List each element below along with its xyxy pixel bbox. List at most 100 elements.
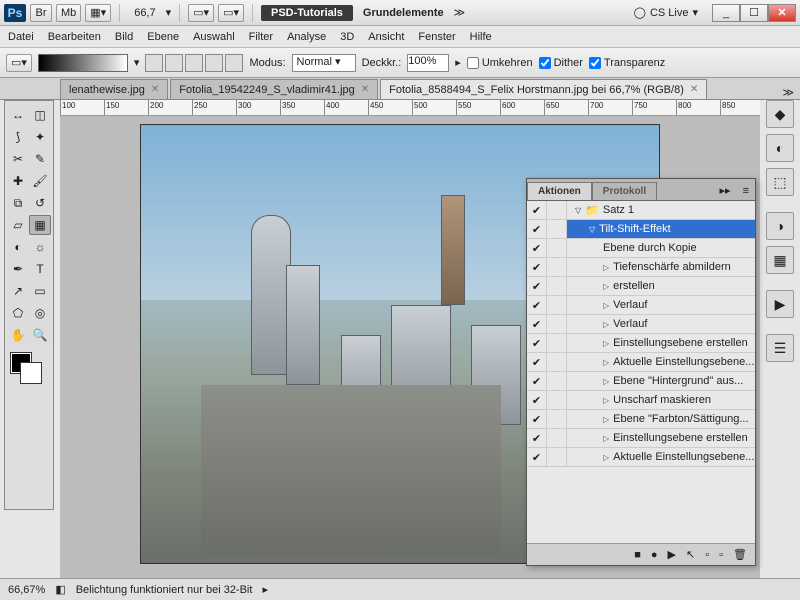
gradient-tool[interactable]: ▦ xyxy=(29,215,51,235)
gradient-linear-button[interactable] xyxy=(145,54,163,72)
close-icon[interactable]: ✕ xyxy=(151,84,159,95)
workspace-psd[interactable]: PSD-Tutorials xyxy=(261,5,353,21)
action-row[interactable]: ✔▷Unscharf maskieren xyxy=(527,391,755,410)
play-button[interactable]: ▶ xyxy=(668,548,676,561)
menu-ansicht[interactable]: Ansicht xyxy=(368,31,404,43)
panel-menu-icon[interactable]: ≡ xyxy=(737,182,755,200)
crop-tool[interactable]: ✂ xyxy=(7,149,29,169)
action-row[interactable]: ✔▷Tiefenschärfe abmildern xyxy=(527,258,755,277)
menu-analyse[interactable]: Analyse xyxy=(287,31,326,43)
status-zoom[interactable]: 66,67% xyxy=(8,584,45,596)
gradient-preview[interactable] xyxy=(38,54,128,72)
close-button[interactable]: ✕ xyxy=(768,4,796,22)
menu-datei[interactable]: Datei xyxy=(8,31,34,43)
menu-bearbeiten[interactable]: Bearbeiten xyxy=(48,31,101,43)
action-row[interactable]: ✔▷Verlauf xyxy=(527,315,755,334)
new-set-button[interactable]: ▫ xyxy=(705,549,709,561)
doc-tab-1[interactable]: Fotolia_19542249_S_vladimir41.jpg✕ xyxy=(170,79,378,99)
action-row[interactable]: ✔▷Ebene "Hintergrund" aus... xyxy=(527,372,755,391)
action-row[interactable]: ✔▽📁Satz 1 xyxy=(527,201,755,220)
umkehren-checkbox[interactable]: Umkehren xyxy=(467,57,533,69)
3d-tool[interactable]: ⬠ xyxy=(7,303,29,323)
history-panel-icon[interactable]: ☰ xyxy=(766,334,794,362)
delete-button[interactable]: 🗑 xyxy=(733,548,747,561)
menu-3d[interactable]: 3D xyxy=(340,31,354,43)
action-row[interactable]: ✔▷erstellen xyxy=(527,277,755,296)
minimize-button[interactable]: _ xyxy=(712,4,740,22)
move-tool[interactable]: ↔ xyxy=(7,105,29,125)
paths-panel-icon[interactable]: ⬚ xyxy=(766,168,794,196)
stamp-tool[interactable]: ⧉ xyxy=(7,193,29,213)
menu-bild[interactable]: Bild xyxy=(115,31,133,43)
zoom-tool[interactable]: 🔍 xyxy=(29,325,51,345)
menu-auswahl[interactable]: Auswahl xyxy=(193,31,235,43)
brush-tool[interactable]: 🖌 xyxy=(29,171,51,191)
doc-tab-0[interactable]: lenathewise.jpg✕ xyxy=(60,79,168,99)
arrange-button[interactable]: ▭▾ xyxy=(188,4,214,22)
dither-checkbox[interactable]: Dither xyxy=(539,57,583,69)
gradient-radial-button[interactable] xyxy=(165,54,183,72)
zoom-value[interactable]: 66,7 xyxy=(128,7,161,19)
action-row[interactable]: ✔▷Einstellungsebene erstellen xyxy=(527,429,755,448)
color-swatches[interactable] xyxy=(7,353,51,383)
action-row[interactable]: ✔▷Aktuelle Einstellungsebene... xyxy=(527,353,755,372)
bridge-button[interactable]: Br xyxy=(30,4,52,22)
styles-panel-icon[interactable]: ▦ xyxy=(766,246,794,274)
adjustments-panel-icon[interactable]: ◑ xyxy=(766,212,794,240)
action-row[interactable]: ✔▷Ebene "Farbton/Sättigung... xyxy=(527,410,755,429)
actions-panel-icon[interactable]: ▶ xyxy=(766,290,794,318)
menu-ebene[interactable]: Ebene xyxy=(147,31,179,43)
menu-fenster[interactable]: Fenster xyxy=(418,31,455,43)
minibridge-button[interactable]: Mb xyxy=(56,4,81,22)
lasso-tool[interactable]: ⟆ xyxy=(7,127,29,147)
dodge-tool[interactable]: ☼ xyxy=(29,237,51,257)
cslive-icon[interactable]: ◯ xyxy=(634,6,646,19)
close-icon[interactable]: ✕ xyxy=(361,84,369,95)
gradient-diamond-button[interactable] xyxy=(225,54,243,72)
workspace-more-icon[interactable]: ≫ xyxy=(454,6,466,19)
marquee-tool[interactable]: ◫ xyxy=(29,105,51,125)
eyedropper-tool[interactable]: ✎ xyxy=(29,149,51,169)
transparenz-checkbox[interactable]: Transparenz xyxy=(589,57,665,69)
screen-mode-button[interactable]: ▦▾ xyxy=(85,4,111,22)
record-button[interactable]: ● xyxy=(651,549,658,561)
workspace-grund[interactable]: Grundelemente xyxy=(357,7,450,19)
action-row[interactable]: ✔▷Aktuelle Einstellungsebene... xyxy=(527,448,755,467)
action-row[interactable]: ✔▽Tilt-Shift-Effekt xyxy=(527,220,755,239)
gradient-angle-button[interactable] xyxy=(185,54,203,72)
screenmode2-button[interactable]: ▭▾ xyxy=(218,4,244,22)
panel-collapse-icon[interactable]: ▸▸ xyxy=(714,181,737,200)
gradient-reflected-button[interactable] xyxy=(205,54,223,72)
tab-protokoll[interactable]: Protokoll xyxy=(592,182,657,200)
shape-tool[interactable]: ▭ xyxy=(29,281,51,301)
wand-tool[interactable]: ✦ xyxy=(29,127,51,147)
camera-tool[interactable]: ◎ xyxy=(29,303,51,323)
pen-tool[interactable]: ✒ xyxy=(7,259,29,279)
action-row[interactable]: ✔▷Einstellungsebene erstellen xyxy=(527,334,755,353)
action-row[interactable]: ✔▷Verlauf xyxy=(527,296,755,315)
tab-overflow-icon[interactable]: ≫ xyxy=(776,86,800,99)
heal-tool[interactable]: ✚ xyxy=(7,171,29,191)
maximize-button[interactable]: ☐ xyxy=(740,4,768,22)
status-more-icon[interactable]: ▸ xyxy=(262,583,268,596)
hand-tool[interactable]: ✋ xyxy=(7,325,29,345)
channels-panel-icon[interactable]: ◐ xyxy=(766,134,794,162)
new-action-button[interactable]: ▫ xyxy=(719,549,723,561)
menu-filter[interactable]: Filter xyxy=(249,31,273,43)
history-brush-tool[interactable]: ↺ xyxy=(29,193,51,213)
action-row[interactable]: ✔Ebene durch Kopie xyxy=(527,239,755,258)
path-tool[interactable]: ↗ xyxy=(7,281,29,301)
doc-tab-2[interactable]: Fotolia_8588494_S_Felix Horstmann.jpg be… xyxy=(380,79,707,99)
tab-aktionen[interactable]: Aktionen xyxy=(527,182,592,200)
menu-hilfe[interactable]: Hilfe xyxy=(470,31,492,43)
type-tool[interactable]: T xyxy=(29,259,51,279)
stop-button[interactable]: ■ xyxy=(634,549,641,561)
background-swatch[interactable] xyxy=(21,363,41,383)
deckkr-input[interactable]: 100% xyxy=(407,54,449,72)
blur-tool[interactable]: ◐ xyxy=(7,237,29,257)
close-icon[interactable]: ✕ xyxy=(690,84,698,95)
layers-panel-icon[interactable]: ◆ xyxy=(766,100,794,128)
eraser-tool[interactable]: ▱ xyxy=(7,215,29,235)
cslive-label[interactable]: CS Live xyxy=(650,7,689,19)
tool-preset-button[interactable]: ▭▾ xyxy=(6,54,32,72)
